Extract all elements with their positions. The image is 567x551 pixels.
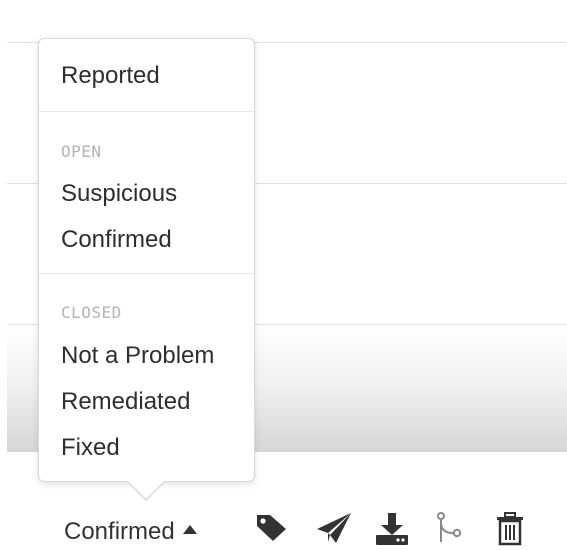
- menu-item-remediated[interactable]: Remediated: [61, 387, 190, 417]
- menu-divider: [39, 273, 254, 274]
- menu-item-confirmed[interactable]: Confirmed: [61, 225, 172, 255]
- menu-header-open: OPEN: [61, 142, 102, 161]
- trash-icon[interactable]: [496, 512, 524, 551]
- send-icon[interactable]: [316, 512, 352, 549]
- menu-pointer-fill: [127, 480, 165, 499]
- menu-item-not-a-problem[interactable]: Not a Problem: [61, 341, 214, 371]
- status-select-label: Confirmed: [64, 518, 175, 545]
- bottom-toolbar: Confirmed: [0, 500, 567, 547]
- tag-icon[interactable]: [255, 512, 289, 547]
- left-edge: [0, 0, 7, 452]
- caret-up-icon: [182, 525, 197, 535]
- menu-item-fixed[interactable]: Fixed: [61, 433, 120, 463]
- branch-icon[interactable]: [436, 512, 466, 549]
- menu-divider: [39, 111, 254, 112]
- download-icon[interactable]: [374, 512, 410, 551]
- menu-item-suspicious[interactable]: Suspicious: [61, 179, 177, 209]
- menu-header-closed: CLOSED: [61, 303, 122, 322]
- status-dropdown-menu: Reported OPEN Suspicious Confirmed CLOSE…: [38, 38, 255, 482]
- status-select[interactable]: Confirmed: [64, 518, 197, 546]
- menu-item-reported[interactable]: Reported: [61, 61, 160, 91]
